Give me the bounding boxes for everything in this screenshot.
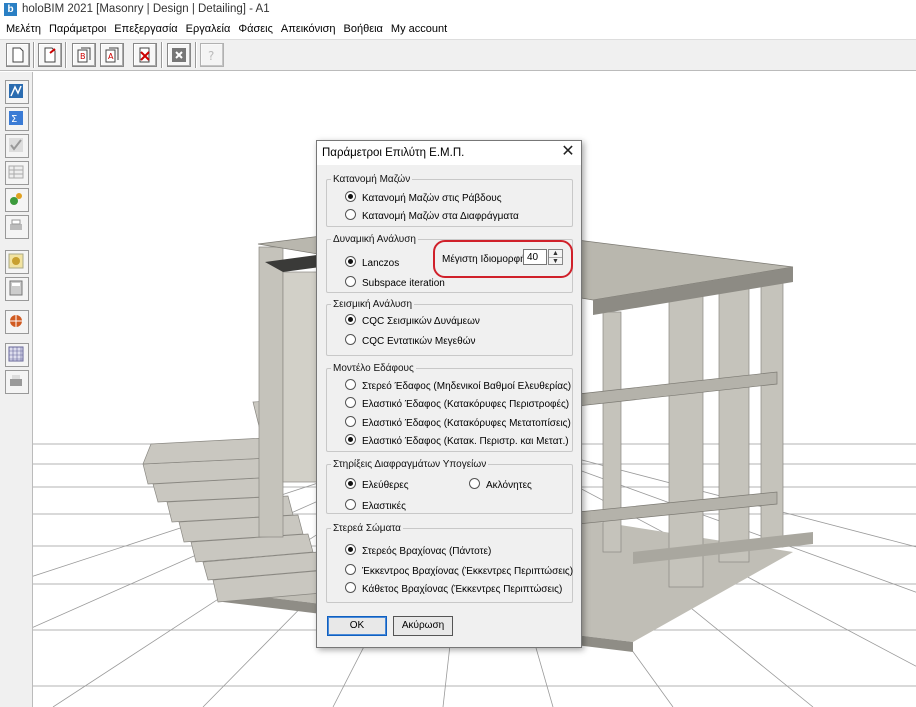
table-icon (8, 165, 24, 179)
dialog-title-bar: Παράμετροι Επιλύτη Ε.Μ.Π. ✕ (317, 141, 581, 165)
globe-icon (10, 315, 22, 327)
printer-button[interactable] (5, 370, 29, 394)
open-file-icon (44, 47, 56, 63)
rigid-arm-radio[interactable]: Στερεός Βραχίονας (Πάντοτε) (345, 544, 491, 557)
printer-icon (10, 375, 22, 386)
window-title: holoBIM 2021 [Masonry | Design | Detaili… (22, 3, 270, 15)
svg-text:Σ: Σ (11, 114, 17, 125)
close-button[interactable] (167, 43, 191, 67)
new-file-icon (12, 47, 24, 63)
spin-up-icon[interactable]: ▲ (549, 250, 562, 257)
menu-tools[interactable]: Εργαλεία (182, 20, 235, 39)
seismic-analysis-legend: Σεισμική Ανάλυση (333, 299, 413, 310)
svg-text:?: ? (208, 49, 214, 63)
supports-elastic-radio[interactable]: Ελαστικές (345, 499, 406, 512)
main-toolbar: B A ? (0, 40, 916, 71)
supports-fixed-radio[interactable]: Ακλόνητες (469, 478, 532, 491)
delete-file-button[interactable] (133, 43, 157, 67)
calc-icon (9, 280, 23, 296)
supports-free-radio[interactable]: Ελεύθερες (345, 478, 409, 491)
side-toolbar: Σ (0, 72, 33, 707)
basement-supports-legend: Στηρίξεις Διαφραγμάτων Υπογείων (333, 459, 487, 470)
soil-rigid-radio[interactable]: Στερεό Έδαφος (Μηδενικοί Βαθμοί Ελευθερί… (345, 379, 571, 392)
sum-button[interactable]: Σ (5, 107, 29, 131)
check-icon (9, 138, 23, 152)
soil-elastic-translations-radio[interactable]: Ελαστικό Έδαφος (Κατακόρυφες Μετατοπίσει… (345, 416, 571, 429)
menu-view[interactable]: Απεικόνιση (277, 20, 340, 39)
pdf-a-icon: A (105, 47, 119, 63)
calc-button[interactable] (5, 277, 29, 301)
solver-parameters-dialog: Παράμετροι Επιλύτη Ε.Μ.Π. ✕ Κατανομή Μαζ… (316, 140, 582, 648)
tape-button[interactable] (5, 250, 29, 274)
lanczos-radio[interactable]: Lanczos (345, 256, 399, 269)
max-mode-label: Μέγιστη Ιδιομορφή (442, 254, 526, 265)
new-file-button[interactable] (6, 43, 30, 67)
max-mode-input[interactable] (523, 249, 547, 265)
gears-icon (10, 193, 22, 205)
tape-icon (8, 253, 24, 269)
menu-my-account[interactable]: My account (387, 20, 451, 39)
close-icon[interactable]: ✕ (559, 144, 577, 162)
check-button[interactable] (5, 134, 29, 158)
svg-text:B: B (80, 52, 86, 61)
mass-distribution-legend: Κατανομή Μαζών (333, 174, 411, 185)
eccentric-arm-radio[interactable]: Έκκεντρος Βραχίονας (Έκκεντρες Περιπτώσε… (345, 564, 573, 577)
menu-edit[interactable]: Επεξεργασία (110, 20, 181, 39)
pdf-b-button[interactable]: B (72, 43, 96, 67)
app-logo-icon: b (4, 3, 17, 16)
menu-help[interactable]: Βοήθεια (340, 20, 387, 39)
grid-icon (8, 346, 24, 362)
mass-rods-radio[interactable]: Κατανομή Μαζών στις Ράβδους (345, 191, 502, 204)
close-x-icon (172, 48, 186, 62)
vertical-arm-radio[interactable]: Κάθετος Βραχίονας (Έκκεντρες Περιπτώσεις… (345, 582, 562, 595)
pdf-b-icon: B (77, 47, 91, 63)
menu-bar: Μελέτη Παράμετροι Επεξεργασία Εργαλεία Φάσει… (0, 20, 916, 40)
menu-phases[interactable]: Φάσεις (234, 20, 277, 39)
sum-icon: Σ (9, 111, 23, 125)
title-bar: b holoBIM 2021 [Masonry | Design | Detai… (0, 0, 916, 20)
spin-down-icon[interactable]: ▼ (549, 257, 562, 265)
help-icon: ? (208, 49, 214, 63)
mass-diaphragms-radio[interactable]: Κατανομή Μαζών στα Διαφράγματα (345, 209, 519, 222)
cqc-forces-radio[interactable]: CQC Σεισμικών Δυνάμεων (345, 314, 480, 327)
table-button[interactable] (5, 161, 29, 185)
cancel-button[interactable]: Ακύρωση (393, 616, 453, 636)
rigid-bodies-legend: Στερεά Σώματα (333, 523, 401, 534)
menu-parameters[interactable]: Παράμετροι (45, 20, 110, 39)
soil-elastic-rotations-radio[interactable]: Ελαστικό Έδαφος (Κατακόρυφες Περιστροφές… (345, 397, 569, 410)
pdf-a-button[interactable]: A (100, 43, 124, 67)
soil-model-legend: Μοντέλο Εδάφους (333, 363, 414, 374)
help-button[interactable]: ? (200, 43, 224, 67)
open-file-button[interactable] (38, 43, 62, 67)
dialog-title: Παράμετροι Επιλύτη Ε.Μ.Π. (322, 147, 465, 159)
max-mode-spinner[interactable]: ▲ ▼ (548, 249, 563, 265)
svg-text:A: A (108, 52, 114, 61)
seismic-analysis-group: Σεισμική Ανάλυση (326, 299, 573, 356)
print-icon (10, 219, 22, 230)
menu-study[interactable]: Μελέτη (2, 20, 45, 39)
ok-button[interactable]: OK (327, 616, 387, 636)
delete-file-icon (139, 47, 150, 63)
print-button[interactable] (5, 215, 29, 239)
subspace-iteration-radio[interactable]: Subspace iteration (345, 276, 445, 289)
dynamic-analysis-legend: Δυναμική Ανάλυση (333, 234, 416, 245)
globe-button[interactable] (5, 310, 29, 334)
cqc-stress-radio[interactable]: CQC Εντατικών Μεγεθών (345, 334, 476, 347)
model-button[interactable] (5, 80, 29, 104)
gears-button[interactable] (5, 188, 29, 212)
grid-button[interactable] (5, 343, 29, 367)
model-icon (9, 84, 23, 98)
soil-elastic-both-radio[interactable]: Ελαστικό Έδαφος (Κατακ. Περιστρ. και Μετ… (345, 434, 569, 447)
